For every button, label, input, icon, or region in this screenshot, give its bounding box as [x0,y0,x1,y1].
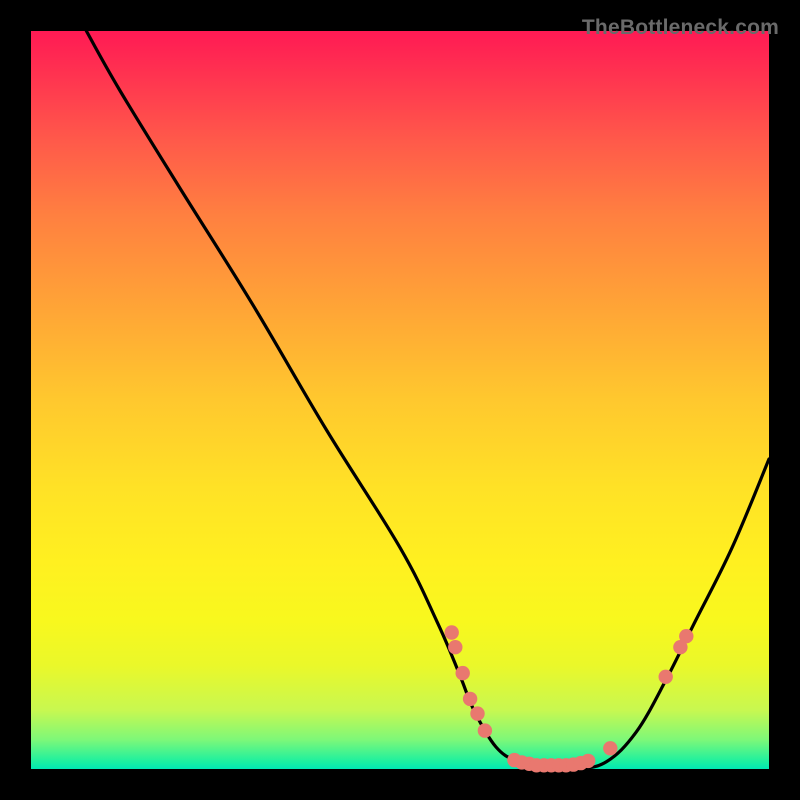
chart-marker [679,629,693,643]
chart-outer-frame: TheBottleneck.com [13,13,787,787]
chart-svg [31,31,769,769]
chart-marker [581,754,595,768]
chart-marker [603,741,617,755]
chart-plot-area [31,31,769,769]
chart-marker [463,692,477,706]
watermark-text: TheBottleneck.com [582,16,779,40]
chart-marker [659,670,673,684]
chart-marker [470,706,484,720]
chart-marker [456,666,470,680]
chart-marker [478,723,492,737]
chart-marker [445,625,459,639]
chart-marker [448,640,462,654]
bottleneck-curve [86,31,769,770]
